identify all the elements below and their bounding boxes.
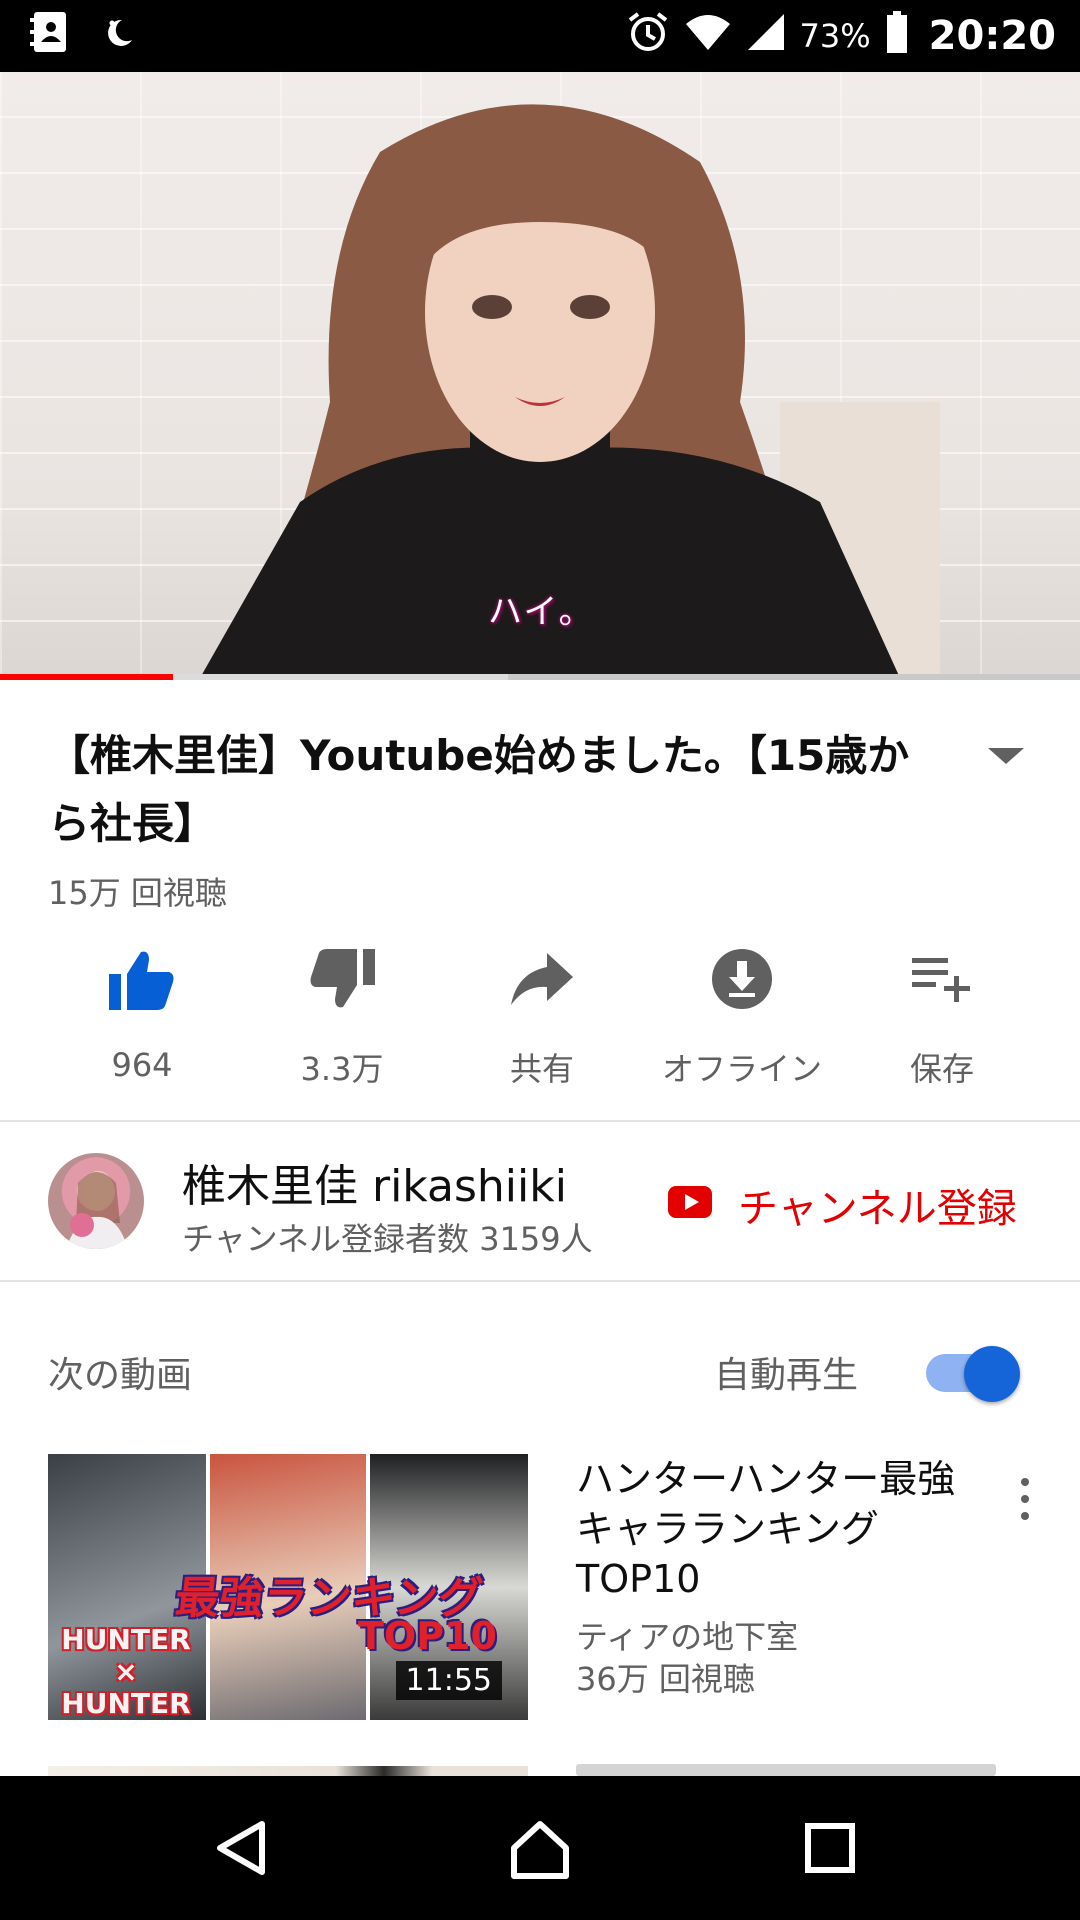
status-bar: 73% 20:20 — [0, 0, 1080, 72]
next-video-thumbnail-partial[interactable] — [48, 1766, 528, 1776]
subtitle-caption: ハイ。 — [488, 592, 595, 632]
channel-name[interactable]: 椎木里佳 rikashiiki — [182, 1150, 567, 1214]
more-options-icon[interactable] — [1010, 1474, 1040, 1524]
video-player[interactable]: ハイ。 — [0, 72, 1080, 678]
alarm-icon — [626, 10, 670, 63]
signal-icon — [746, 12, 786, 61]
thumbnail-logo: HUNTER × HUNTER — [61, 1623, 191, 1720]
thumbs-down-icon — [307, 940, 377, 1018]
home-icon[interactable] — [508, 1818, 569, 1879]
video-duration: 11:55 — [395, 1661, 502, 1700]
youtube-logo-icon — [668, 1182, 712, 1228]
subscribe-button[interactable]: チャンネル登録 — [668, 1176, 1017, 1234]
expand-description-icon[interactable] — [986, 740, 1026, 770]
channel-avatar[interactable] — [48, 1153, 144, 1249]
save-button[interactable]: 保存 — [842, 940, 1042, 1090]
autoplay-toggle[interactable] — [924, 1346, 1024, 1402]
dislike-count: 3.3万 — [300, 1050, 384, 1088]
share-icon — [509, 940, 575, 1018]
progress-played — [0, 674, 173, 680]
battery-icon — [885, 10, 909, 63]
like-button[interactable]: 964 — [42, 940, 242, 1090]
divider — [0, 1120, 1080, 1122]
download-button[interactable]: オフライン — [642, 940, 842, 1090]
next-video-channel: ティアの地下室 — [576, 1618, 799, 1656]
share-label: 共有 — [509, 1050, 574, 1088]
next-video-title[interactable]: ハンターハンター最強キャラランキングTOP10 — [576, 1454, 976, 1604]
next-video-title-partial[interactable] — [576, 1764, 996, 1776]
clock: 20:20 — [928, 13, 1056, 59]
video-thumbnail[interactable]: 最強ランキング TOP10 HUNTER × HUNTER 11:55 — [48, 1454, 528, 1720]
playlist-add-icon — [910, 940, 974, 1018]
contact-card-icon — [28, 10, 70, 58]
battery-percent: 73% — [799, 17, 871, 55]
up-next-heading: 次の動画 — [48, 1355, 193, 1396]
video-title[interactable]: 【椎木里佳】Youtube始めました。【15歳から社長】 — [48, 722, 948, 858]
night-mode-icon — [100, 14, 136, 54]
thumbs-up-icon — [107, 940, 177, 1020]
back-icon[interactable] — [212, 1818, 272, 1878]
offline-label: オフライン — [661, 1050, 822, 1088]
autoplay-label: 自動再生 — [714, 1355, 859, 1396]
like-count: 964 — [111, 1046, 173, 1084]
share-button[interactable]: 共有 — [442, 940, 642, 1090]
download-icon — [710, 940, 774, 1018]
thumbnail-top10: TOP10 — [358, 1614, 497, 1658]
subscribe-label: チャンネル登録 — [738, 1186, 1017, 1232]
view-count: 15万 回視聴 — [48, 874, 227, 912]
wifi-icon — [684, 12, 732, 61]
subscriber-count: チャンネル登録者数 3159人 — [182, 1220, 593, 1258]
navigation-bar — [0, 1776, 1080, 1920]
next-video-views: 36万 回視聴 — [576, 1660, 755, 1698]
recents-icon[interactable] — [800, 1818, 860, 1878]
save-label: 保存 — [909, 1050, 974, 1088]
dislike-button[interactable]: 3.3万 — [242, 940, 442, 1090]
divider — [0, 1280, 1080, 1282]
action-row: 964 3.3万 共有 オフライン 保存 — [42, 940, 1042, 1090]
